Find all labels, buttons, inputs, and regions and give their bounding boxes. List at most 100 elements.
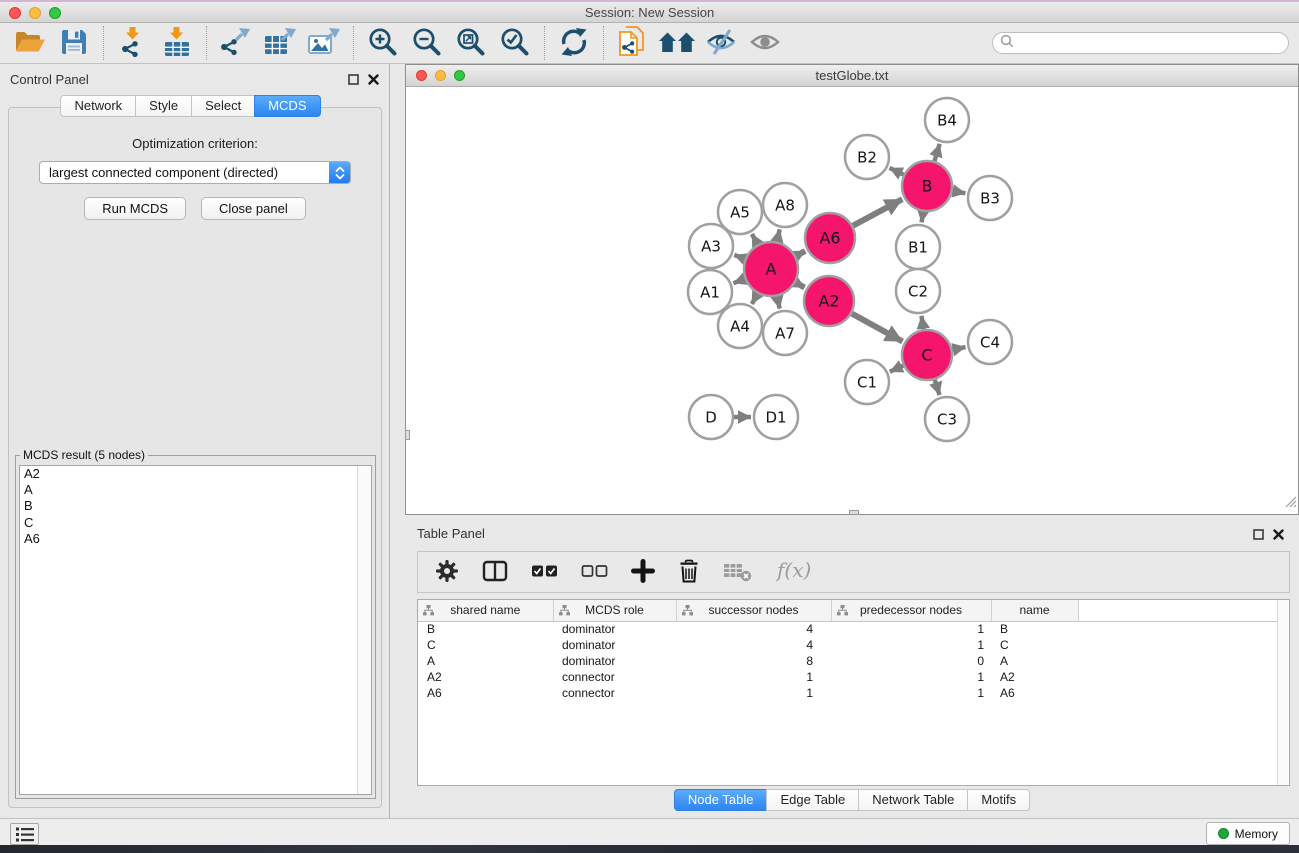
tab-select[interactable]: Select	[191, 95, 255, 117]
float-table-panel-icon[interactable]	[1253, 527, 1264, 545]
close-table-panel-icon[interactable]	[1273, 527, 1284, 545]
table-row[interactable]: Cdominator41C	[418, 637, 1287, 653]
search-input[interactable]	[1018, 36, 1288, 50]
delete-table-button[interactable]	[723, 560, 752, 585]
add-button[interactable]	[631, 559, 655, 586]
graph-node-C2[interactable]: C2	[896, 269, 940, 313]
search-field[interactable]	[992, 32, 1289, 54]
refresh-button[interactable]	[552, 24, 596, 62]
tab-network-table[interactable]: Network Table	[858, 789, 968, 811]
graph-node-B[interactable]: B	[902, 161, 952, 211]
graph-node-A2[interactable]: A2	[804, 276, 854, 326]
import-table-button[interactable]	[155, 24, 199, 62]
zoom-window-button[interactable]	[49, 7, 61, 19]
run-mcds-button[interactable]: Run MCDS	[84, 197, 186, 220]
delete-button[interactable]	[678, 559, 700, 586]
criterion-select-value: largest connected component (directed)	[40, 162, 350, 183]
result-list-item[interactable]: B	[20, 498, 371, 514]
close-window-button[interactable]	[9, 7, 21, 19]
graph-node-C[interactable]: C	[902, 330, 952, 380]
task-history-button[interactable]	[10, 823, 39, 845]
net-minimize-button[interactable]	[435, 70, 446, 81]
result-list-item[interactable]: A2	[20, 466, 371, 482]
network-canvas[interactable]: B4B2BB3A8A5A6A3B1AA1C2A2A4A7C4CC1C3DD1	[406, 87, 1298, 514]
table-scrollbar[interactable]	[1277, 600, 1289, 785]
column-header-shared-name[interactable]: shared name	[418, 600, 553, 621]
result-list-item[interactable]: C	[20, 515, 371, 531]
resize-grip-icon[interactable]	[1284, 495, 1297, 513]
minimize-window-button[interactable]	[29, 7, 41, 19]
zoom-fit-button[interactable]	[449, 24, 493, 62]
zoom-in-button[interactable]	[361, 24, 405, 62]
graph-node-B1[interactable]: B1	[896, 225, 940, 269]
zoom-selected-button[interactable]	[493, 24, 537, 62]
graph-node-A3[interactable]: A3	[689, 224, 733, 268]
network-window-titlebar[interactable]: testGlobe.txt	[406, 65, 1298, 87]
bottom-resize-handle[interactable]	[849, 510, 859, 515]
table-row[interactable]: A2connector11A2	[418, 669, 1287, 685]
result-list-item[interactable]: A6	[20, 531, 371, 547]
graph-node-A1[interactable]: A1	[688, 270, 732, 314]
zoom-out-button[interactable]	[405, 24, 449, 62]
new-network-from-file-button[interactable]	[611, 24, 655, 62]
graph-node-D1[interactable]: D1	[754, 395, 798, 439]
tab-edge-table[interactable]: Edge Table	[766, 789, 859, 811]
graph-node-B3[interactable]: B3	[968, 176, 1012, 220]
show-all-button[interactable]	[743, 24, 787, 62]
memory-button[interactable]: Memory	[1206, 822, 1290, 845]
tab-mcds[interactable]: MCDS	[254, 95, 320, 117]
result-list-item[interactable]: A	[20, 482, 371, 498]
tab-node-table[interactable]: Node Table	[674, 789, 768, 811]
save-button[interactable]	[52, 24, 96, 62]
gear-button[interactable]	[435, 559, 459, 586]
table-row[interactable]: A6connector11A6	[418, 685, 1287, 701]
table-row[interactable]: Adominator80A	[418, 653, 1287, 669]
tab-network[interactable]: Network	[60, 95, 136, 117]
column-header-predecessor-nodes[interactable]: predecessor nodes	[831, 600, 991, 621]
export-table-button[interactable]	[258, 24, 302, 62]
graph-node-C1[interactable]: C1	[845, 360, 889, 404]
node-table: shared nameMCDS rolesuccessor nodesprede…	[418, 600, 1287, 701]
net-zoom-button[interactable]	[454, 70, 465, 81]
table-toolbar: f(x)	[417, 551, 1290, 593]
task-list-icon	[15, 826, 35, 843]
hide-selected-button[interactable]	[699, 24, 743, 62]
net-close-button[interactable]	[416, 70, 427, 81]
tab-style[interactable]: Style	[135, 95, 192, 117]
app-titlebar[interactable]: Session: New Session	[0, 0, 1299, 23]
graph-node-C4[interactable]: C4	[968, 320, 1012, 364]
function-builder-button[interactable]: f(x)	[775, 558, 811, 587]
column-header-successor-nodes[interactable]: successor nodes	[676, 600, 831, 621]
zoom-out-icon	[411, 27, 443, 60]
graph-node-A7[interactable]: A7	[763, 311, 807, 355]
table-row[interactable]: Bdominator41B	[418, 621, 1287, 637]
unselect-all-icon	[581, 562, 608, 583]
graph-node-A4[interactable]: A4	[718, 304, 762, 348]
svg-text:C1: C1	[857, 374, 877, 392]
unselect-all-button[interactable]	[581, 562, 608, 583]
float-panel-icon[interactable]	[348, 72, 359, 90]
close-panel-button[interactable]: Close panel	[201, 197, 306, 220]
column-header-MCDS-role[interactable]: MCDS role	[553, 600, 676, 621]
graph-node-A8[interactable]: A8	[763, 183, 807, 227]
result-list-scrollbar[interactable]	[357, 466, 371, 794]
graph-node-C3[interactable]: C3	[925, 397, 969, 441]
criterion-select[interactable]: largest connected component (directed)	[39, 161, 351, 184]
graph-node-B4[interactable]: B4	[925, 98, 969, 142]
import-network-button[interactable]	[111, 24, 155, 62]
split-columns-button[interactable]	[482, 559, 508, 586]
column-header-name[interactable]: name	[991, 600, 1078, 621]
left-resize-handle[interactable]	[405, 430, 410, 440]
select-all-button[interactable]	[531, 562, 558, 583]
graph-node-A[interactable]: A	[744, 242, 798, 296]
graph-node-D[interactable]: D	[689, 395, 733, 439]
export-network-button[interactable]	[214, 24, 258, 62]
home-button[interactable]	[655, 24, 699, 62]
graph-node-B2[interactable]: B2	[845, 135, 889, 179]
graph-node-A6[interactable]: A6	[805, 213, 855, 263]
table-cell: 4	[676, 621, 831, 637]
close-panel-icon[interactable]	[368, 72, 379, 90]
open-button[interactable]	[8, 24, 52, 62]
export-image-button[interactable]	[302, 24, 346, 62]
tab-motifs[interactable]: Motifs	[967, 789, 1030, 811]
